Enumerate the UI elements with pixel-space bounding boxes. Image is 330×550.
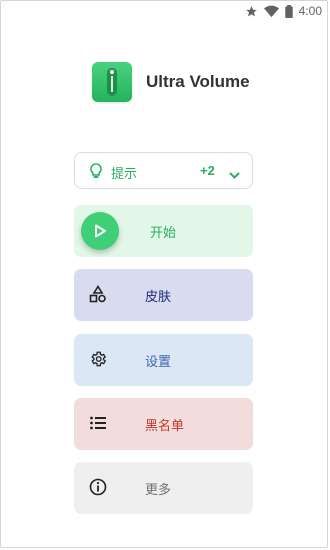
play-button[interactable] bbox=[81, 212, 119, 250]
hint-dropdown[interactable]: 提示 +2 bbox=[74, 152, 253, 189]
skin-button[interactable]: 皮肤 bbox=[74, 269, 253, 321]
hint-count-badge: +2 bbox=[200, 163, 215, 178]
settings-button[interactable]: 设置 bbox=[74, 334, 253, 386]
info-icon bbox=[89, 478, 107, 500]
wifi-icon bbox=[263, 5, 279, 18]
status-time: 4:00 bbox=[298, 4, 322, 18]
start-button[interactable]: 开始 bbox=[74, 205, 253, 257]
app-header: Ultra Volume bbox=[92, 62, 250, 102]
lightbulb-icon bbox=[89, 163, 103, 183]
star-icon bbox=[245, 5, 258, 18]
battery-icon bbox=[284, 4, 293, 18]
list-icon bbox=[89, 414, 107, 436]
status-bar: 4:00 bbox=[0, 0, 330, 24]
blacklist-button[interactable]: 黑名单 bbox=[74, 398, 253, 450]
start-label: 开始 bbox=[150, 226, 177, 241]
blacklist-label: 黑名单 bbox=[145, 419, 185, 434]
volume-slider-icon bbox=[92, 62, 132, 102]
app-title: Ultra Volume bbox=[146, 72, 250, 91]
settings-label: 设置 bbox=[145, 355, 172, 370]
gear-icon bbox=[89, 350, 107, 372]
more-label: 更多 bbox=[145, 483, 172, 498]
chevron-down-icon bbox=[229, 165, 240, 184]
skin-label: 皮肤 bbox=[145, 290, 172, 305]
hint-label: 提示 bbox=[111, 167, 138, 182]
shapes-icon bbox=[89, 284, 107, 307]
more-button[interactable]: 更多 bbox=[74, 462, 253, 514]
